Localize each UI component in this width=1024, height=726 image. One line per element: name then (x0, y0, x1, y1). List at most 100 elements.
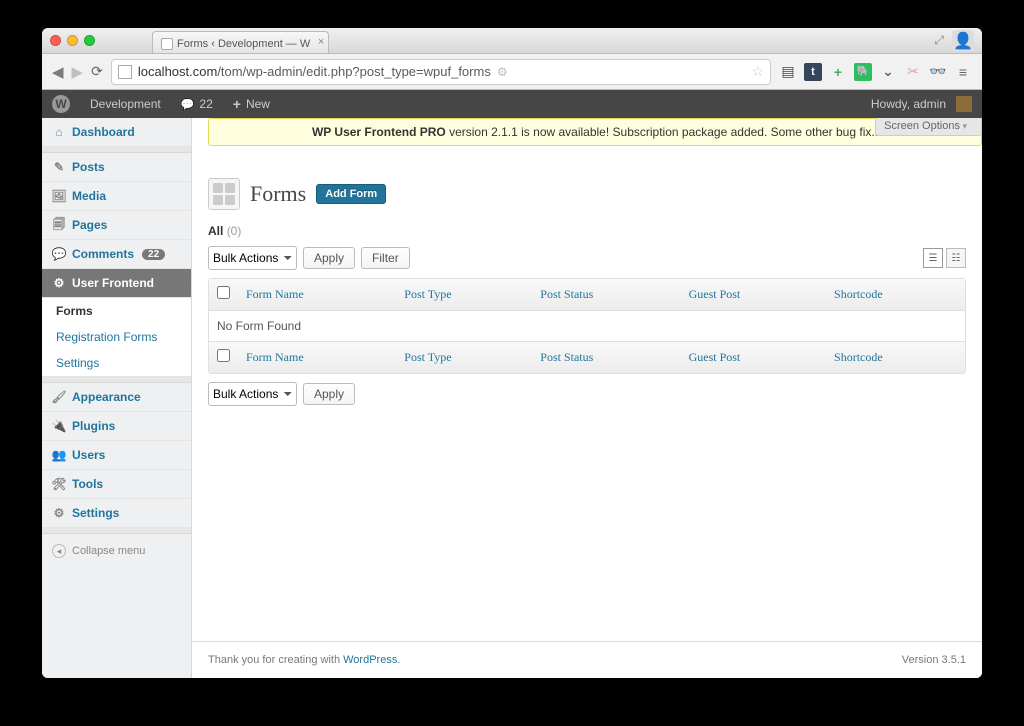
apply-button-top[interactable]: Apply (303, 247, 355, 269)
col-post-status[interactable]: Post Status (532, 279, 680, 311)
ext-icon-scissors[interactable]: ✂ (904, 63, 922, 81)
collapse-menu[interactable]: ◂Collapse menu (42, 534, 191, 568)
menu-settings[interactable]: ⚙Settings (42, 499, 191, 528)
view-excerpt-icon[interactable]: ☷ (946, 248, 966, 268)
window-zoom-button[interactable] (84, 35, 95, 46)
url-text: localhost.com/tom/wp-admin/edit.php?post… (138, 64, 491, 79)
select-all-bottom[interactable] (217, 349, 230, 362)
chrome-profile-icon[interactable]: 👤 (952, 30, 974, 52)
page-icon (118, 65, 132, 79)
filter-button[interactable]: Filter (361, 247, 410, 269)
tablenav-top: Bulk Actions Apply Filter ☰ ☷ (208, 246, 966, 270)
collapse-icon: ◂ (52, 544, 66, 558)
screen-options-toggle[interactable]: Screen Options (875, 118, 982, 136)
bulk-actions-select-top[interactable]: Bulk Actions (208, 246, 297, 270)
menu-users[interactable]: 👥Users (42, 441, 191, 470)
comments-menu[interactable]: 22 (171, 90, 223, 118)
no-items-row: No Form Found (209, 311, 965, 341)
col-post-type[interactable]: Post Type (396, 279, 532, 311)
ext-icon-plus[interactable]: + (829, 63, 847, 81)
url-bar[interactable]: localhost.com/tom/wp-admin/edit.php?post… (111, 59, 771, 85)
comment-icon: 💬 (52, 247, 66, 261)
ext-icon-pocket[interactable]: ⌄ (879, 63, 897, 81)
wp-logo-menu[interactable]: W (42, 90, 80, 118)
update-notice: WP User Frontend PRO version 2.1.1 is no… (208, 118, 982, 146)
chrome-menu-icon[interactable]: ≡ (954, 63, 972, 81)
media-icon: 🖼 (52, 189, 66, 203)
appearance-icon: 🖌 (52, 390, 66, 404)
col-guest-post[interactable]: Guest Post (681, 279, 826, 311)
tablenav-bottom: Bulk Actions Apply (208, 382, 966, 406)
view-list-icon[interactable]: ☰ (923, 248, 943, 268)
menu-user-frontend[interactable]: ⚙User Frontend (42, 269, 191, 298)
plugins-icon: 🔌 (52, 419, 66, 433)
pages-icon: 🗐 (52, 218, 66, 232)
wp-adminbar: W Development 22 New Howdy, admin (42, 90, 982, 118)
menu-comments[interactable]: 💬Comments22 (42, 240, 191, 269)
tools-icon: 🛠 (52, 477, 66, 491)
wp-content: WP User Frontend PRO version 2.1.1 is no… (192, 118, 982, 678)
menu-posts[interactable]: ✎Posts (42, 153, 191, 182)
tab-favicon (161, 38, 173, 50)
tab-title: Forms ‹ Development — W (177, 38, 310, 50)
menu-tools[interactable]: 🛠Tools (42, 470, 191, 499)
page-title: Forms (250, 181, 306, 207)
tab-close-icon[interactable]: × (318, 36, 324, 48)
submenu-user-frontend: Forms Registration Forms Settings (42, 298, 191, 377)
expand-icon[interactable]: ⤢ (934, 33, 944, 48)
menu-dashboard[interactable]: ⌂Dashboard (42, 118, 191, 147)
forward-button[interactable]: ▶ (72, 63, 84, 81)
extension-icons: ▤ t + 🐘 ⌄ ✂ 👓 ≡ (779, 63, 972, 81)
wp-footer: Thank you for creating with WordPress. V… (192, 641, 982, 678)
ext-icon-goggles[interactable]: 👓 (929, 63, 947, 81)
ext-icon-evernote[interactable]: 🐘 (854, 63, 872, 81)
select-all-top[interactable] (217, 286, 230, 299)
bookmark-star-icon[interactable]: ☆ (751, 63, 764, 80)
menu-appearance[interactable]: 🖌Appearance (42, 383, 191, 412)
browser-titlebar: Forms ‹ Development — W × ⤢ 👤 (42, 28, 982, 54)
col-shortcode[interactable]: Shortcode (826, 279, 965, 311)
back-button[interactable]: ◀ (52, 63, 64, 81)
col-post-status-foot[interactable]: Post Status (532, 341, 680, 373)
admin-menu: ⌂Dashboard ✎Posts 🖼Media 🗐Pages 💬Comment… (42, 118, 192, 678)
col-form-name[interactable]: Form Name (238, 279, 396, 311)
col-post-type-foot[interactable]: Post Type (396, 341, 532, 373)
filter-links: All (0) (208, 224, 966, 238)
submenu-settings[interactable]: Settings (42, 350, 191, 376)
wp-body: ⌂Dashboard ✎Posts 🖼Media 🗐Pages 💬Comment… (42, 118, 982, 678)
wordpress-logo-icon: W (52, 95, 70, 113)
pin-icon: ✎ (52, 160, 66, 174)
col-shortcode-foot[interactable]: Shortcode (826, 341, 965, 373)
new-content-menu[interactable]: New (223, 90, 280, 118)
apply-button-bottom[interactable]: Apply (303, 383, 355, 405)
dashboard-icon: ⌂ (52, 125, 66, 139)
wordpress-link[interactable]: WordPress (343, 654, 397, 666)
menu-pages[interactable]: 🗐Pages (42, 211, 191, 240)
ext-icon-tumblr[interactable]: t (804, 63, 822, 81)
reload-button[interactable]: ⟳ (91, 63, 103, 80)
submenu-registration-forms[interactable]: Registration Forms (42, 324, 191, 350)
settings-icon: ⚙ (52, 506, 66, 520)
col-form-name-foot[interactable]: Form Name (238, 341, 396, 373)
browser-window: Forms ‹ Development — W × ⤢ 👤 ◀ ▶ ⟳ loca… (42, 28, 982, 678)
bulk-actions-select-bottom[interactable]: Bulk Actions (208, 382, 297, 406)
add-form-button[interactable]: Add Form (316, 184, 386, 204)
ext-icon-1[interactable]: ▤ (779, 63, 797, 81)
col-guest-post-foot[interactable]: Guest Post (681, 341, 826, 373)
filter-all[interactable]: All (208, 224, 223, 238)
my-account-menu[interactable]: Howdy, admin (861, 96, 982, 112)
forms-table: Form Name Post Type Post Status Guest Po… (208, 278, 966, 374)
window-minimize-button[interactable] (67, 35, 78, 46)
submenu-forms[interactable]: Forms (42, 298, 191, 324)
menu-media[interactable]: 🖼Media (42, 182, 191, 211)
browser-toolbar: ◀ ▶ ⟳ localhost.com/tom/wp-admin/edit.ph… (42, 54, 982, 90)
window-close-button[interactable] (50, 35, 61, 46)
url-action-icon[interactable]: ⚙ (497, 65, 508, 79)
wp-version: Version 3.5.1 (902, 654, 966, 666)
gear-icon: ⚙ (52, 276, 66, 290)
page-heading: Forms Add Form (208, 178, 966, 210)
forms-heading-icon (208, 178, 240, 210)
menu-plugins[interactable]: 🔌Plugins (42, 412, 191, 441)
browser-tab[interactable]: Forms ‹ Development — W × (152, 31, 329, 53)
site-name-menu[interactable]: Development (80, 90, 171, 118)
